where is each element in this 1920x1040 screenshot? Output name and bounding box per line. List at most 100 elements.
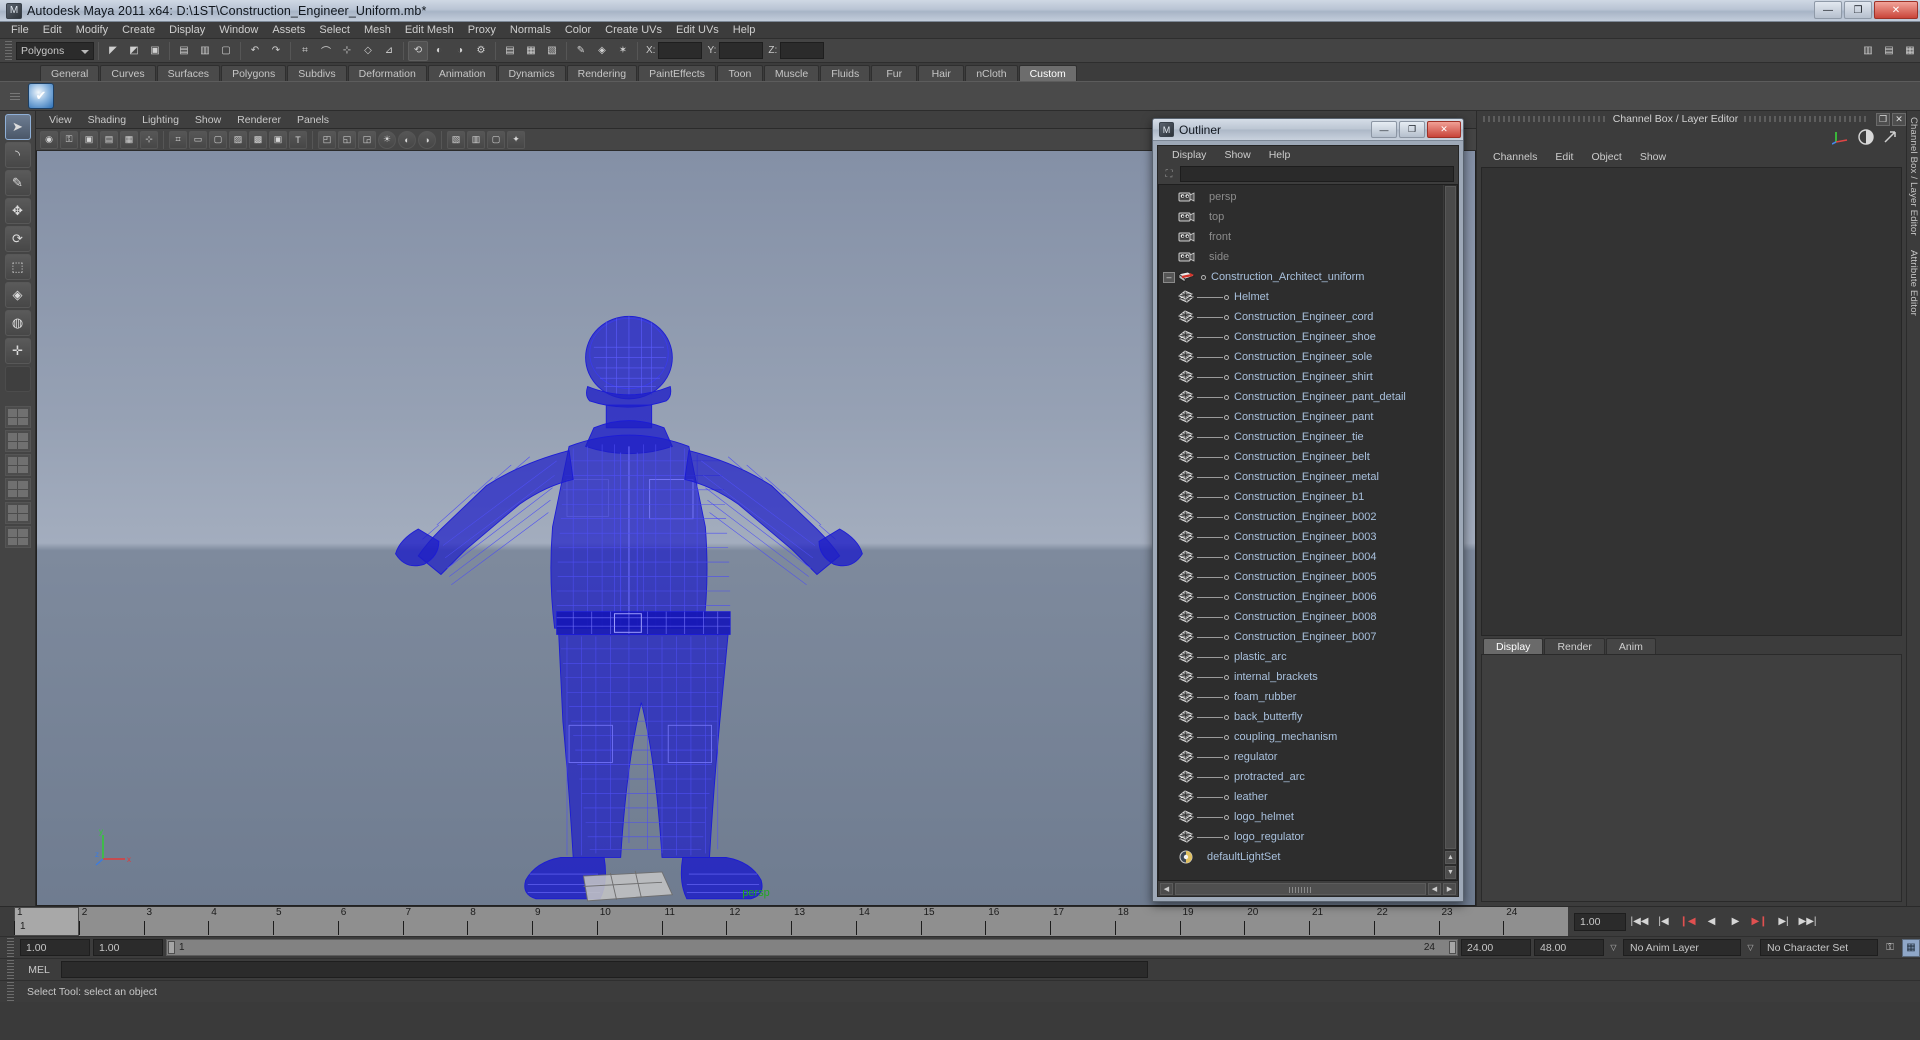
- menu-item-edit[interactable]: Edit: [36, 23, 69, 37]
- range-right-handle[interactable]: [1449, 941, 1456, 954]
- expand-collapse-icon[interactable]: –: [1163, 271, 1175, 283]
- outliner-item[interactable]: Construction_Engineer_belt: [1159, 447, 1443, 467]
- timeline-tick[interactable]: 16: [985, 907, 1050, 936]
- timeline-tick[interactable]: 21: [1309, 907, 1374, 936]
- render-settings-icon[interactable]: ⚙: [471, 41, 491, 61]
- outliner-item[interactable]: logo_regulator: [1159, 827, 1443, 847]
- shelf-tab-curves[interactable]: Curves: [100, 65, 156, 81]
- status-line-toolbar[interactable]: Polygons ◤ ◩ ▣ ▤ ▥ ▢ ↶ ↷ ⌗ ⌒ ⊹ ◇ ⊿ ⟲ ◐ ◑…: [0, 39, 1920, 63]
- film-gate-icon[interactable]: ▭: [189, 130, 207, 149]
- snap-curve-icon[interactable]: ⌒: [316, 41, 336, 61]
- outliner-horizontal-scrollbar[interactable]: ◀ ◀ ▶: [1158, 881, 1458, 896]
- outliner-menu-display[interactable]: Display: [1164, 148, 1214, 162]
- new-scene-icon[interactable]: ▢: [216, 41, 236, 61]
- timeline-tick[interactable]: 12: [726, 907, 791, 936]
- select-by-object-icon[interactable]: ◩: [124, 41, 144, 61]
- outliner-item[interactable]: coupling_mechanism: [1159, 727, 1443, 747]
- timeline-tick[interactable]: 11: [661, 907, 727, 936]
- open-scene-icon[interactable]: ▤: [174, 41, 194, 61]
- shelf-tab-custom[interactable]: Custom: [1018, 65, 1077, 81]
- right-rail[interactable]: Channel Box / Layer Editor Attribute Edi…: [1906, 111, 1920, 906]
- shelf-tab-deformation[interactable]: Deformation: [347, 65, 427, 81]
- play-forwards-button[interactable]: ▶: [1725, 912, 1746, 931]
- mel-label[interactable]: MEL: [21, 964, 57, 976]
- toolbar-grip[interactable]: [5, 40, 12, 61]
- outliner-item[interactable]: Construction_Engineer_b008: [1159, 607, 1443, 627]
- snap-grid-icon[interactable]: ⌗: [295, 41, 315, 61]
- isolate-select-icon[interactable]: ▢: [487, 130, 505, 149]
- range-left-handle[interactable]: [168, 941, 175, 954]
- command-line-row[interactable]: MEL: [0, 958, 1920, 980]
- outliner-item[interactable]: Construction_Engineer_b006: [1159, 587, 1443, 607]
- layer-tab-anim[interactable]: Anim: [1605, 638, 1656, 654]
- shelf-tab-toon[interactable]: Toon: [716, 65, 763, 81]
- redo-icon[interactable]: ↷: [266, 41, 286, 61]
- render-current-frame-icon[interactable]: ◐: [429, 41, 449, 61]
- timeline-tick[interactable]: 18: [1114, 907, 1180, 936]
- timeline-tick[interactable]: 5: [273, 907, 338, 936]
- go-to-start-button[interactable]: |◀◀: [1629, 912, 1650, 931]
- outliner-item[interactable]: – Construction_Architect_uniform: [1159, 267, 1443, 287]
- outliner-item[interactable]: Construction_Engineer_b005: [1159, 567, 1443, 587]
- outliner-item[interactable]: Construction_Engineer_b002: [1159, 507, 1443, 527]
- select-camera-icon[interactable]: ◉: [40, 130, 58, 149]
- show-hide-channelbox-icon[interactable]: ▥: [1858, 41, 1878, 61]
- outliner-item[interactable]: regulator: [1159, 747, 1443, 767]
- outliner-vertical-scrollbar[interactable]: ▲ ▼: [1443, 185, 1457, 880]
- scroll-up-icon[interactable]: ▲: [1445, 851, 1456, 864]
- shelf-tab-general[interactable]: General: [40, 65, 100, 81]
- lock-camera-icon[interactable]: ⚿: [60, 130, 78, 149]
- go-to-end-button[interactable]: ▶▶|: [1797, 912, 1818, 931]
- viewport-menu-shading[interactable]: Shading: [81, 113, 134, 127]
- outliner-item[interactable]: internal_brackets: [1159, 667, 1443, 687]
- maximize-button[interactable]: ❐: [1844, 1, 1872, 19]
- time-slider[interactable]: 1 1 2 3 4 5 6 7 8 9 10 11 12 13 14 15 16 17 18 19 20 21 22 23 2…: [0, 906, 1920, 936]
- range-end-field[interactable]: 24.00: [1461, 939, 1531, 956]
- outliner-item[interactable]: Construction_Engineer_sole: [1159, 347, 1443, 367]
- timeline-tick[interactable]: 23: [1438, 907, 1504, 936]
- close-button[interactable]: ✕: [1874, 1, 1918, 19]
- timeline-tick[interactable]: 14: [855, 907, 921, 936]
- sidebar-toggle-c-icon[interactable]: ▧: [542, 41, 562, 61]
- shelf-tab-painteffects[interactable]: PaintEffects: [638, 65, 716, 81]
- shelf-tab-fluids[interactable]: Fluids: [820, 65, 871, 81]
- menu-item-edit-mesh[interactable]: Edit Mesh: [398, 23, 461, 37]
- time-slider-grip[interactable]: [0, 907, 14, 936]
- wireframe-shading-icon[interactable]: ◰: [318, 130, 336, 149]
- main-menubar[interactable]: File Edit Modify Create Display Window Assets S…: [0, 22, 1920, 39]
- anim-layer-dropdown[interactable]: No Anim Layer: [1623, 939, 1741, 956]
- outliner-item[interactable]: Helmet: [1159, 287, 1443, 307]
- shelf-tab-muscle[interactable]: Muscle: [763, 65, 820, 81]
- menu-item-help[interactable]: Help: [726, 23, 763, 37]
- shelf-tab-ncloth[interactable]: nCloth: [965, 65, 1018, 81]
- gate-mask-icon[interactable]: ▨: [229, 130, 247, 149]
- range-row-grip[interactable]: [7, 937, 14, 958]
- outliner-hscroll-track[interactable]: [1175, 882, 1426, 895]
- layout-preset-two-pane[interactable]: [4, 526, 31, 548]
- menu-item-file[interactable]: File: [4, 23, 36, 37]
- viewport-menu-renderer[interactable]: Renderer: [230, 113, 288, 127]
- minimize-button[interactable]: —: [1814, 1, 1842, 19]
- paint-select-tool[interactable]: ✎: [4, 170, 31, 196]
- selection-mode-dropdown[interactable]: Polygons: [16, 41, 94, 60]
- layout-preset-single-perspective[interactable]: [4, 406, 31, 428]
- menu-item-edit-uvs[interactable]: Edit UVs: [669, 23, 726, 37]
- timeline-tick[interactable]: 22: [1373, 907, 1439, 936]
- outliner-item[interactable]: logo_helmet: [1159, 807, 1443, 827]
- construction-history-icon[interactable]: ⟲: [408, 40, 428, 61]
- tool-box[interactable]: ➤ ◝ ✎ ✥ ⟳ ⬚ ◈ ◍ ✛: [0, 111, 36, 906]
- layer-editor-content[interactable]: [1481, 654, 1902, 902]
- shelf-tab-bar[interactable]: General Curves Surfaces Polygons Subdivs Defo…: [0, 63, 1920, 81]
- shelf-tab-hair[interactable]: Hair: [918, 65, 965, 81]
- axis-y-field[interactable]: [719, 42, 764, 59]
- viewport-menu-view[interactable]: View: [42, 113, 79, 127]
- menu-item-proxy[interactable]: Proxy: [461, 23, 503, 37]
- shelf-tab-animation[interactable]: Animation: [427, 65, 497, 81]
- menu-item-select[interactable]: Select: [312, 23, 357, 37]
- outliner-scroll-thumb[interactable]: [1445, 186, 1456, 849]
- ipr-render-icon[interactable]: ◑: [450, 41, 470, 61]
- outliner-item[interactable]: side: [1159, 247, 1443, 267]
- show-hide-tool-settings-icon[interactable]: ▦: [1900, 41, 1920, 61]
- play-backwards-button[interactable]: ◀: [1701, 912, 1722, 931]
- snap-live-icon[interactable]: ⊿: [379, 41, 399, 61]
